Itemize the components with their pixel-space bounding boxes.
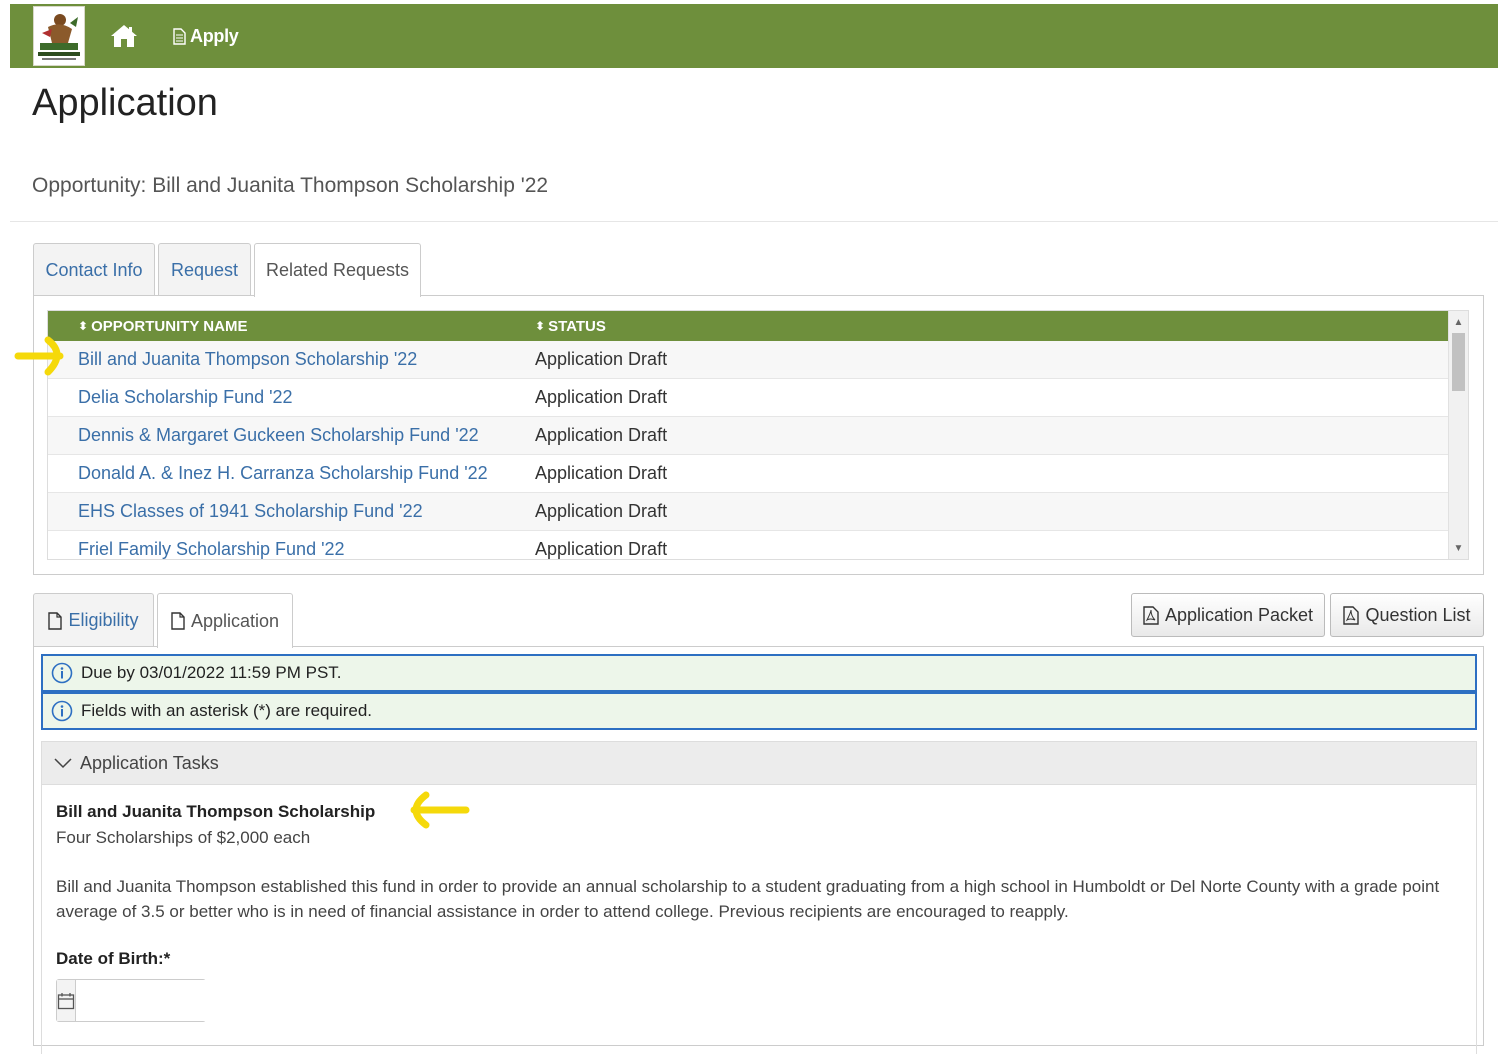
- table-row: Delia Scholarship Fund '22 Application D…: [48, 379, 1449, 417]
- info-icon: [51, 700, 73, 722]
- calendar-icon[interactable]: [57, 980, 76, 1021]
- annotation-arrow-icon: [14, 336, 64, 376]
- tab-application[interactable]: Application: [157, 593, 293, 648]
- due-date-notice: Due by 03/01/2022 11:59 PM PST.: [41, 654, 1477, 692]
- tab-related-requests[interactable]: Related Requests: [254, 243, 421, 297]
- due-date-text: Due by 03/01/2022 11:59 PM PST.: [81, 663, 342, 682]
- date-of-birth-input[interactable]: [76, 980, 295, 1021]
- grid-header: ⬍ OPPORTUNITY NAME ⬍ STATUS: [48, 311, 1449, 341]
- column-status[interactable]: ⬍ STATUS: [535, 311, 606, 341]
- scholarship-subtitle: Four Scholarships of $2,000 each: [56, 828, 311, 847]
- status-cell: Application Draft: [535, 349, 668, 369]
- page-title: Application: [32, 82, 218, 124]
- status-cell: Application Draft: [535, 387, 668, 407]
- status-cell: Application Draft: [535, 463, 668, 483]
- divider: [10, 221, 1498, 222]
- required-fields-notice: Fields with an asterisk (*) are required…: [41, 692, 1477, 730]
- opportunity-link[interactable]: Friel Family Scholarship Fund '22: [78, 531, 345, 559]
- application-tasks-toggle[interactable]: Application Tasks: [41, 741, 1477, 785]
- home-icon[interactable]: [110, 23, 138, 49]
- table-row: Donald A. & Inez H. Carranza Scholarship…: [48, 455, 1449, 493]
- status-cell: Application Draft: [535, 425, 668, 445]
- table-row: Bill and Juanita Thompson Scholarship '2…: [48, 341, 1449, 379]
- opportunity-link[interactable]: EHS Classes of 1941 Scholarship Fund '22: [78, 493, 423, 530]
- grid-scrollbar[interactable]: ▲ ▼: [1448, 311, 1468, 559]
- related-requests-grid: ⬍ OPPORTUNITY NAME ⬍ STATUS Bill and Jua…: [47, 310, 1469, 560]
- scroll-down-icon[interactable]: ▼: [1449, 539, 1468, 557]
- column-status-label: STATUS: [548, 317, 606, 335]
- scroll-up-icon[interactable]: ▲: [1449, 313, 1468, 331]
- info-icon: [51, 662, 73, 684]
- document-icon: [173, 27, 186, 45]
- column-opportunity-name[interactable]: ⬍ OPPORTUNITY NAME: [78, 311, 247, 341]
- chevron-down-icon: [54, 758, 72, 769]
- table-row: EHS Classes of 1941 Scholarship Fund '22…: [48, 493, 1449, 531]
- application-tasks-label: Application Tasks: [80, 752, 219, 773]
- nav-apply-link[interactable]: Apply: [173, 24, 239, 48]
- scholarship-finder-logo[interactable]: [33, 6, 85, 66]
- document-icon: [48, 611, 63, 630]
- application-tasks-body: Bill and Juanita Thompson Scholarship Fo…: [41, 784, 1477, 1054]
- question-list-label: Question List: [1365, 604, 1471, 625]
- tab-eligibility-label: Eligibility: [68, 610, 139, 630]
- tab-contact-info[interactable]: Contact Info: [33, 243, 155, 296]
- pdf-icon: [1343, 605, 1360, 625]
- top-navbar: Apply: [10, 4, 1498, 68]
- scholarship-title: Bill and Juanita Thompson Scholarship: [56, 802, 376, 821]
- opportunity-link[interactable]: Bill and Juanita Thompson Scholarship '2…: [78, 341, 417, 378]
- grid-body: Bill and Juanita Thompson Scholarship '2…: [48, 341, 1449, 559]
- required-fields-text: Fields with an asterisk (*) are required…: [81, 701, 373, 720]
- tab-application-label: Application: [190, 610, 280, 631]
- table-row: Dennis & Margaret Guckeen Scholarship Fu…: [48, 417, 1449, 455]
- application-panel: Due by 03/01/2022 11:59 PM PST. Fields w…: [33, 646, 1484, 1054]
- status-cell: Application Draft: [535, 539, 668, 559]
- date-of-birth-label: Date of Birth:*: [56, 949, 171, 968]
- tab-eligibility[interactable]: Eligibility: [33, 593, 154, 647]
- date-of-birth-group: [56, 979, 295, 1022]
- application-packet-button[interactable]: Application Packet: [1131, 593, 1325, 637]
- sort-icon: ⬍: [535, 319, 546, 333]
- opportunity-subtitle: Opportunity: Bill and Juanita Thompson S…: [32, 174, 549, 197]
- table-row: Friel Family Scholarship Fund '22 Applic…: [48, 531, 1449, 559]
- column-opportunity-name-label: OPPORTUNITY NAME: [91, 317, 248, 335]
- sort-icon: ⬍: [78, 319, 89, 333]
- tab-request[interactable]: Request: [158, 243, 251, 296]
- annotation-arrow-icon: [410, 791, 470, 829]
- pdf-icon: [1143, 605, 1159, 625]
- scholarship-description: Bill and Juanita Thompson established th…: [56, 877, 1440, 921]
- document-icon: [171, 612, 185, 630]
- opportunity-link[interactable]: Donald A. & Inez H. Carranza Scholarship…: [78, 455, 488, 492]
- nav-apply-label: Apply: [190, 25, 239, 46]
- scroll-thumb[interactable]: [1452, 333, 1465, 391]
- application-packet-label: Application Packet: [1164, 604, 1314, 625]
- opportunity-link[interactable]: Dennis & Margaret Guckeen Scholarship Fu…: [78, 417, 479, 454]
- status-cell: Application Draft: [535, 501, 668, 521]
- question-list-button[interactable]: Question List: [1330, 593, 1484, 637]
- opportunity-link[interactable]: Delia Scholarship Fund '22: [78, 379, 293, 416]
- related-requests-panel: ⬍ OPPORTUNITY NAME ⬍ STATUS Bill and Jua…: [33, 295, 1484, 575]
